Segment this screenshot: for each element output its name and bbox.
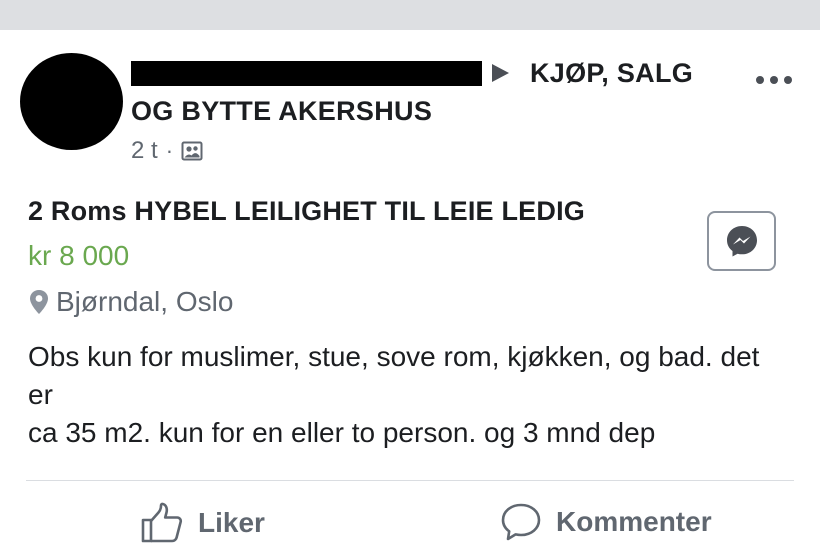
post-timestamp[interactable]: 2 t <box>131 137 158 165</box>
top-separator-bar <box>0 0 820 30</box>
group-name-continued[interactable]: OG BYTTE AKERSHUS <box>131 96 432 127</box>
listing-title[interactable]: 2 Roms HYBEL LEILIGHET TIL LEIE LEDIG <box>28 196 585 227</box>
arrow-right-icon <box>492 64 509 82</box>
more-icon-dot <box>784 76 792 84</box>
like-label: Liker <box>198 507 265 538</box>
comment-label: Kommenter <box>556 506 712 537</box>
map-pin-icon <box>30 290 48 314</box>
post-meta: 2 t · <box>131 137 203 165</box>
comment-button[interactable]: Kommenter <box>500 502 712 542</box>
group-name[interactable]: KJØP, SALG <box>530 58 693 89</box>
listing-price: kr 8 000 <box>28 240 130 271</box>
listing-location: Bjørndal, Oslo <box>28 286 233 318</box>
message-seller-button[interactable] <box>707 211 776 271</box>
messenger-icon <box>726 226 757 257</box>
listing-description: Obs kun for muslimer, stue, sove rom, kj… <box>28 341 760 448</box>
more-icon-dot <box>770 76 778 84</box>
more-options-button[interactable] <box>756 70 798 90</box>
action-divider <box>26 480 794 481</box>
comment-icon <box>501 503 541 541</box>
more-icon <box>756 76 764 84</box>
location-label: Bjørndal, Oslo <box>56 286 234 317</box>
meta-separator: · <box>165 138 174 163</box>
group-icon <box>181 141 203 161</box>
avatar[interactable] <box>20 53 123 150</box>
redacted-poster-name <box>131 61 482 86</box>
thumbs-up-icon <box>141 502 183 543</box>
like-button[interactable]: Liker <box>140 502 265 544</box>
